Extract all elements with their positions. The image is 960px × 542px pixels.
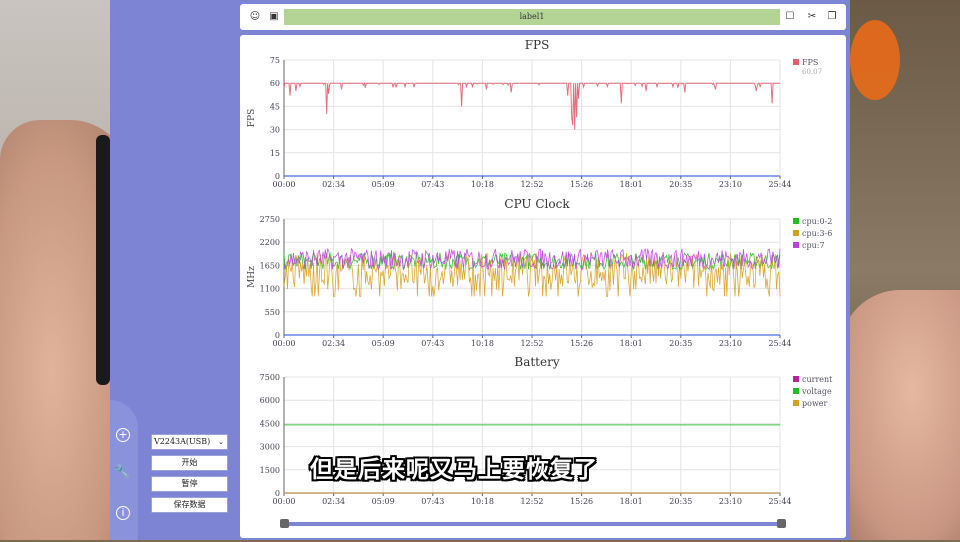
info-icon[interactable]: i [116, 506, 130, 520]
x-tick-label: 23:10 [719, 497, 742, 506]
legend-swatch [793, 218, 799, 224]
x-tick-label: 25:44 [768, 180, 791, 189]
x-tick-label: 25:44 [768, 497, 791, 506]
legend-swatch [793, 376, 799, 382]
x-tick-label: 00:00 [272, 180, 295, 189]
legend-label: cpu:3-6 [802, 229, 832, 238]
x-tick-label: 12:52 [520, 339, 543, 348]
chart-title: Battery [514, 355, 559, 369]
legend-label: power [802, 399, 828, 408]
background-object [850, 20, 900, 100]
x-tick-label: 15:26 [570, 180, 593, 189]
legend-swatch [793, 400, 799, 406]
y-tick-label: 550 [265, 308, 280, 317]
x-tick-label: 10:18 [471, 339, 494, 348]
y-axis-label: FPS [247, 109, 257, 127]
phone-edge [96, 135, 110, 385]
x-tick-label: 23:10 [719, 339, 742, 348]
x-tick-label: 05:09 [372, 339, 395, 348]
timeline-scrollbar[interactable] [286, 522, 782, 526]
x-tick-label: 07:43 [421, 339, 444, 348]
save-data-button[interactable]: 保存数据 [151, 497, 228, 513]
user-icon[interactable]: ☺ [248, 10, 262, 24]
y-tick-label: 2750 [260, 215, 280, 224]
legend-label: current [802, 375, 833, 384]
device-select-value: V2243A(USB) [154, 437, 211, 446]
chart-title: CPU Clock [504, 197, 570, 211]
x-tick-label: 10:18 [471, 180, 494, 189]
y-tick-label: 30 [270, 126, 280, 135]
y-tick-label: 3000 [260, 443, 280, 452]
toolbar: ☺ ▣ label1 ☐ ✂ ❐ [240, 4, 846, 30]
wrench-icon[interactable]: 🔧 [114, 465, 130, 481]
x-tick-label: 18:01 [620, 180, 643, 189]
y-tick-label: 1650 [260, 261, 280, 270]
legend-label: cpu:0-2 [802, 217, 832, 226]
x-tick-label: 12:52 [520, 180, 543, 189]
x-tick-label: 15:26 [570, 497, 593, 506]
scissors-icon[interactable]: ✂ [805, 10, 819, 24]
device-select[interactable]: V2243A(USB) ⌄ [151, 434, 228, 450]
x-tick-label: 23:10 [719, 180, 742, 189]
legend-label: cpu:7 [802, 241, 825, 250]
x-tick-label: 25:44 [768, 339, 791, 348]
y-tick-label: 60 [270, 79, 280, 88]
chart-title: FPS [525, 38, 550, 52]
y-tick-label: 1500 [260, 466, 280, 475]
scrollbar-handle-left[interactable] [280, 519, 289, 528]
video-subtitle: 但是后来呢又马上要恢复了 [310, 457, 598, 483]
x-tick-label: 00:00 [272, 497, 295, 506]
x-tick-label: 18:01 [620, 339, 643, 348]
x-tick-label: 02:34 [322, 180, 345, 189]
pause-button[interactable]: 暂停 [151, 476, 228, 492]
legend-swatch [793, 388, 799, 394]
folder-icon[interactable]: ❐ [825, 10, 839, 24]
x-tick-label: 20:35 [669, 497, 692, 506]
x-tick-label: 20:35 [669, 180, 692, 189]
x-tick-label: 18:01 [620, 497, 643, 506]
x-tick-label: 10:18 [471, 497, 494, 506]
plus-circle-icon[interactable]: + [116, 428, 130, 442]
x-tick-label: 02:34 [322, 339, 345, 348]
y-tick-label: 75 [270, 56, 280, 65]
x-tick-label: 12:52 [520, 497, 543, 506]
x-tick-label: 07:43 [421, 180, 444, 189]
hand-right [840, 290, 960, 540]
chevron-down-icon: ⌄ [218, 438, 224, 446]
image-icon[interactable]: ▣ [267, 10, 281, 24]
y-axis-label: MHz [247, 266, 257, 288]
y-tick-label: 6000 [260, 396, 280, 405]
x-tick-label: 07:43 [421, 497, 444, 506]
x-tick-label: 05:09 [372, 180, 395, 189]
legend-value: 60.07 [802, 68, 822, 76]
legend-swatch [793, 242, 799, 248]
x-tick-label: 05:09 [372, 497, 395, 506]
scrollbar-handle-right[interactable] [777, 519, 786, 528]
y-tick-label: 4500 [260, 419, 280, 428]
y-tick-label: 2200 [260, 238, 280, 247]
label-field: label1 [284, 9, 780, 25]
legend-swatch [793, 230, 799, 236]
legend-label: voltage [801, 387, 832, 396]
y-tick-label: 45 [270, 102, 280, 111]
bookmark-icon[interactable]: ☐ [783, 10, 797, 24]
x-tick-label: 00:00 [272, 339, 295, 348]
x-tick-label: 02:34 [322, 497, 345, 506]
x-tick-label: 15:26 [570, 339, 593, 348]
y-tick-label: 1100 [260, 285, 280, 294]
y-tick-label: 15 [270, 149, 280, 158]
y-tick-label: 7500 [260, 373, 280, 382]
legend-label: FPS [802, 58, 818, 67]
start-button[interactable]: 开始 [151, 455, 228, 471]
x-tick-label: 20:35 [669, 339, 692, 348]
legend-swatch [793, 59, 799, 65]
